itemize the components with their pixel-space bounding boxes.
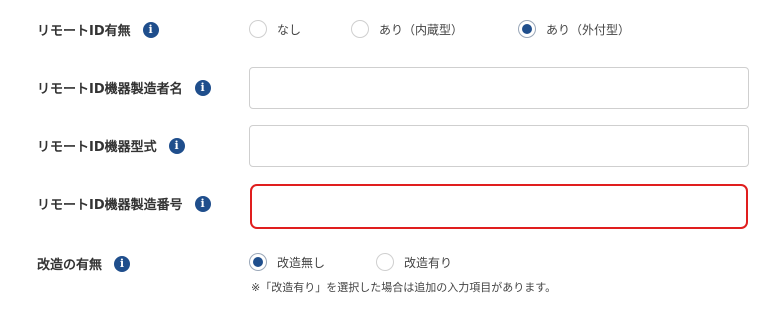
info-icon[interactable]: i (194, 195, 211, 212)
info-icon[interactable]: i (194, 79, 211, 96)
radio-button-selected[interactable] (249, 253, 267, 271)
manufacturer-label: リモートID機器製造者名 i (37, 78, 211, 97)
modification-label-text: 改造の有無 (37, 258, 103, 273)
info-icon[interactable]: i (168, 137, 185, 154)
model-input[interactable] (249, 125, 749, 167)
radio-option-external[interactable]: あり（外付型） (518, 20, 630, 38)
manufacturer-label-text: リモートID機器製造者名 (37, 82, 183, 97)
radio-label: 改造無し (277, 255, 326, 270)
radio-option-built-in[interactable]: あり（内蔵型） (351, 20, 463, 38)
radio-option-modified[interactable]: 改造有り (376, 253, 452, 271)
radio-label: あり（外付型） (546, 22, 631, 37)
serial-number-label-text: リモートID機器製造番号 (37, 198, 183, 213)
radio-label: あり（内蔵型） (379, 22, 464, 37)
radio-button[interactable] (351, 20, 369, 38)
radio-option-none[interactable]: なし (249, 20, 301, 38)
radio-label: なし (277, 22, 302, 37)
radio-button-selected[interactable] (518, 20, 536, 38)
model-label: リモートID機器型式 i (37, 136, 185, 155)
radio-label: 改造有り (404, 255, 453, 270)
info-icon[interactable]: i (142, 21, 159, 38)
serial-number-input[interactable] (250, 184, 748, 229)
info-icon[interactable]: i (114, 255, 131, 272)
serial-number-label: リモートID機器製造番号 i (37, 194, 211, 213)
model-label-text: リモートID機器型式 (37, 140, 157, 155)
modification-note: ※「改造有り」を選択した場合は追加の入力項目があります。 (251, 281, 557, 294)
modification-label: 改造の有無 i (37, 254, 131, 273)
radio-option-unmodified[interactable]: 改造無し (249, 253, 325, 271)
radio-button[interactable] (249, 20, 267, 38)
radio-button[interactable] (376, 253, 394, 271)
manufacturer-input[interactable] (249, 67, 749, 109)
remote-id-presence-label: リモートID有無 i (37, 20, 159, 39)
remote-id-presence-label-text: リモートID有無 (37, 24, 131, 39)
